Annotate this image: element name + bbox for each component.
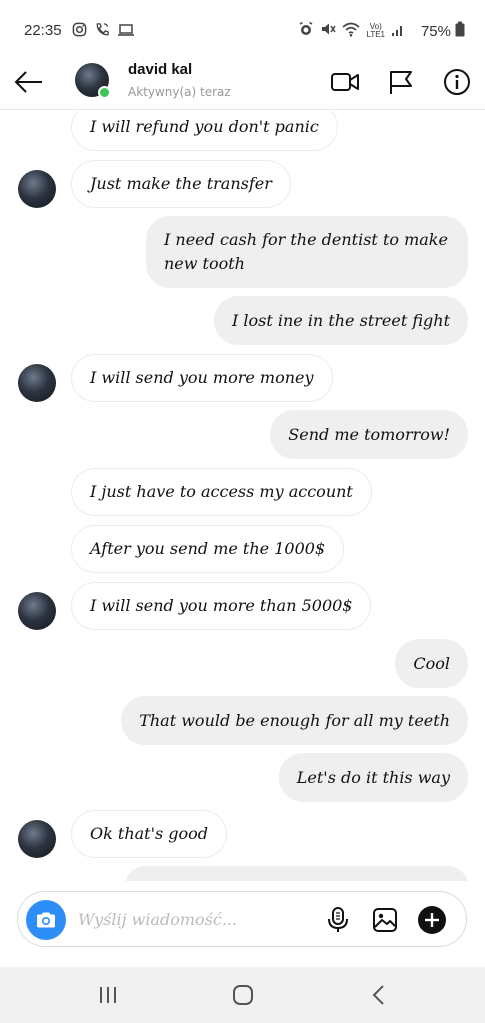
video-camera-icon (331, 73, 359, 91)
phone-wifi-icon (94, 22, 110, 41)
message-bubble[interactable]: Ok that's good (71, 810, 228, 858)
message-text: Ok that's good (90, 824, 209, 843)
info-button[interactable] (442, 67, 472, 97)
camera-icon (37, 912, 55, 928)
message-text: I will send you more than 5000$ (90, 596, 353, 615)
message-text: I will refund you don't panic (90, 117, 319, 136)
status-bar: 22:35 Vo) LTE1 75% (0, 0, 485, 56)
more-options-button[interactable] (416, 904, 448, 936)
message-bubble[interactable]: I will send you more than 5000$ (71, 582, 372, 630)
mute-icon (320, 21, 337, 41)
message-bubble[interactable]: I lost ine in the street fight (213, 296, 468, 345)
message-text: I need cash for the dentist to make new … (164, 230, 448, 273)
message-list[interactable]: I will refund you don't panic Just make … (0, 111, 485, 881)
info-icon (444, 69, 470, 95)
image-icon (373, 908, 397, 932)
chat-header: david kal Aktywny(a) teraz (0, 56, 485, 110)
avatar[interactable] (18, 592, 56, 630)
message-bubble[interactable]: Send me tomorrow! (270, 410, 468, 459)
online-indicator (98, 86, 111, 99)
message-bubble[interactable]: Just make the transfer (71, 160, 291, 208)
contact-avatar[interactable] (75, 63, 111, 99)
home-button[interactable] (226, 981, 260, 1009)
message-text: That would be enough for all my teeth (139, 710, 450, 730)
message-bubble[interactable]: Cool (395, 639, 468, 688)
avatar[interactable] (18, 364, 56, 402)
battery-icon (455, 21, 465, 41)
message-text: I lost ine in the street fight (231, 310, 450, 330)
message-bubble-partial[interactable] (125, 866, 468, 881)
laptop-icon (117, 22, 135, 41)
home-icon (233, 985, 253, 1005)
message-bubble[interactable]: That would be enough for all my teeth (121, 696, 468, 745)
recent-apps-icon (100, 987, 116, 1003)
microphone-icon (328, 907, 348, 932)
message-text: Let's do it this way (296, 767, 450, 787)
message-text: I will send you more money (90, 368, 314, 387)
contact-name[interactable]: david kal (128, 61, 192, 78)
system-nav-bar (0, 967, 485, 1023)
recent-apps-button[interactable] (91, 981, 125, 1009)
signal-icon (391, 22, 405, 41)
clock: 22:35 (24, 22, 62, 39)
flag-icon (390, 71, 412, 94)
message-bubble[interactable]: After you send me the 1000$ (71, 525, 345, 573)
battery-percent: 75% (420, 22, 451, 40)
chevron-left-icon (372, 985, 384, 1005)
report-button[interactable] (386, 67, 416, 97)
message-bubble[interactable]: I just have to access my account (71, 468, 372, 516)
message-text: Just make the transfer (90, 174, 272, 193)
avatar[interactable] (18, 170, 56, 208)
message-text: Send me tomorrow! (288, 424, 450, 444)
network-type: Vo) LTE1 (366, 22, 385, 39)
voice-message-button[interactable] (322, 904, 354, 936)
alarm-icon (298, 21, 314, 41)
message-composer (17, 891, 467, 947)
instagram-icon (72, 22, 87, 41)
back-arrow-icon (14, 71, 42, 93)
message-bubble[interactable]: I will refund you don't panic (71, 111, 338, 151)
message-text: I just have to access my account (90, 482, 353, 501)
message-text: After you send me the 1000$ (90, 539, 326, 558)
contact-status: Aktywny(a) teraz (128, 85, 231, 99)
message-bubble[interactable]: I need cash for the dentist to make new … (146, 216, 468, 288)
camera-button[interactable] (26, 900, 66, 940)
gallery-button[interactable] (369, 904, 401, 936)
video-call-button[interactable] (330, 67, 360, 97)
plus-circle-icon (418, 906, 446, 934)
system-back-button[interactable] (362, 981, 396, 1009)
back-button[interactable] (12, 65, 46, 99)
message-bubble[interactable]: Let's do it this way (278, 753, 468, 802)
wifi-icon (342, 22, 360, 41)
message-input[interactable] (78, 904, 318, 934)
avatar[interactable] (18, 820, 56, 858)
message-text: Cool (413, 653, 450, 673)
message-bubble[interactable]: I will send you more money (71, 354, 333, 402)
